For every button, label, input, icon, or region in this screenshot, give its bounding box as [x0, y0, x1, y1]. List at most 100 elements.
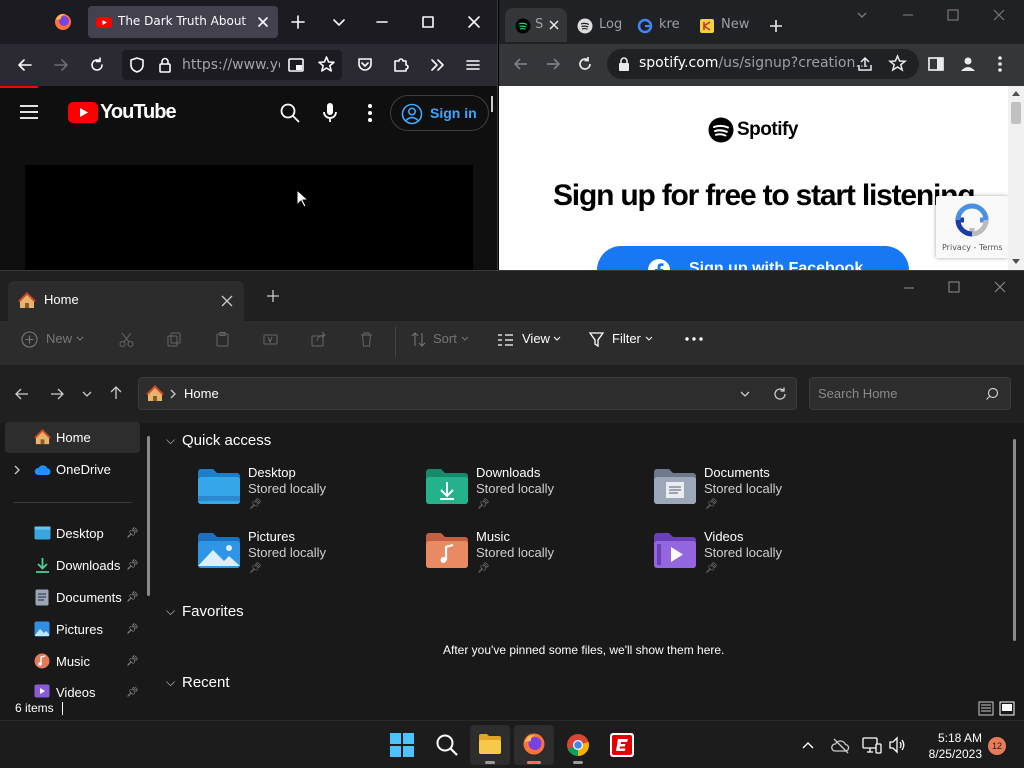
tiles-view-icon[interactable] — [999, 701, 1015, 716]
recaptcha-links[interactable]: Privacy - Terms — [942, 243, 1003, 252]
rename-icon[interactable] — [262, 331, 279, 348]
quick-access-name[interactable]: Videos — [704, 529, 744, 544]
back-icon[interactable] — [512, 55, 530, 73]
back-icon[interactable] — [16, 56, 34, 74]
nav-item-documents[interactable]: Documents — [56, 590, 122, 605]
onedrive-offline-icon[interactable] — [831, 736, 851, 754]
chrome-tab-login[interactable]: Log — [569, 8, 627, 42]
search-icon[interactable] — [985, 387, 999, 401]
extensions-icon[interactable] — [392, 55, 410, 73]
youtube-logo-icon[interactable] — [68, 102, 98, 123]
network-icon[interactable] — [862, 736, 882, 754]
reload-icon[interactable] — [88, 56, 106, 74]
nav-item-pictures[interactable]: Pictures — [56, 622, 103, 637]
close-tab-icon[interactable] — [548, 19, 560, 31]
forward-icon[interactable] — [49, 386, 65, 402]
cut-icon[interactable] — [118, 331, 135, 348]
quick-access-name[interactable]: Pictures — [248, 529, 295, 544]
expand-chevron-icon[interactable] — [12, 464, 22, 476]
copy-icon[interactable] — [166, 331, 183, 348]
collapse-chevron-icon[interactable]: ⌵ — [166, 675, 175, 690]
new-button[interactable]: New — [46, 331, 72, 346]
taskbar-firefox[interactable] — [514, 725, 554, 765]
search-icon[interactable] — [435, 733, 459, 757]
lock-icon[interactable] — [617, 56, 631, 72]
refresh-icon[interactable] — [772, 386, 788, 402]
bookmark-star-icon[interactable] — [888, 54, 907, 73]
forward-icon[interactable] — [52, 56, 70, 74]
scroll-down-icon[interactable] — [1011, 258, 1021, 266]
scroll-up-icon[interactable] — [1011, 89, 1021, 97]
minimize-icon[interactable] — [902, 281, 916, 295]
nav-item-onedrive[interactable]: OneDrive — [56, 462, 111, 477]
firefox-tab-youtube[interactable]: The Dark Truth About Rob — [88, 6, 278, 38]
firefox-url-bar[interactable]: https://www.you — [122, 50, 342, 80]
lock-icon[interactable] — [156, 56, 174, 74]
minimize-icon[interactable] — [901, 8, 915, 22]
address-breadcrumb[interactable]: Home — [184, 386, 219, 401]
chrome-omnibox[interactable]: spotify.com/us/signup?creation... — [607, 49, 919, 79]
delete-icon[interactable] — [358, 331, 375, 348]
profile-icon[interactable] — [958, 54, 978, 74]
up-icon[interactable] — [108, 385, 124, 401]
signup-facebook-button[interactable]: Sign up with Facebook — [597, 246, 909, 270]
new-tab-icon[interactable] — [266, 289, 280, 303]
section-quick-access[interactable]: Quick access — [182, 432, 271, 449]
recent-locations-icon[interactable] — [81, 389, 93, 399]
recaptcha-badge[interactable]: Privacy - Terms — [936, 196, 1008, 258]
collapse-chevron-icon[interactable]: ⌵ — [166, 433, 175, 448]
forward-icon[interactable] — [544, 55, 562, 73]
taskbar-explorer[interactable] — [470, 725, 510, 765]
paste-icon[interactable] — [214, 331, 231, 348]
bookmark-star-icon[interactable] — [317, 55, 336, 74]
hamburger-menu-icon[interactable] — [464, 56, 482, 74]
sign-in-button[interactable]: Sign in — [390, 95, 489, 131]
page-scrollbar-thumb[interactable] — [1011, 102, 1021, 124]
view-button[interactable]: View — [522, 331, 550, 346]
share-icon[interactable] — [856, 55, 874, 73]
quick-access-name[interactable]: Music — [476, 529, 510, 544]
more-vertical-icon[interactable] — [994, 55, 1006, 73]
close-window-icon[interactable] — [992, 8, 1006, 22]
close-window-icon[interactable] — [993, 280, 1007, 294]
side-panel-icon[interactable] — [927, 55, 945, 73]
overflow-chevron-icon[interactable] — [428, 56, 446, 74]
system-clock[interactable]: 5:18 AM 8/25/2023 — [912, 730, 982, 762]
taskbar-espn[interactable] — [602, 725, 642, 765]
content-scrollbar[interactable] — [1013, 439, 1016, 641]
close-window-icon[interactable] — [466, 14, 482, 30]
nav-scrollbar[interactable] — [147, 436, 150, 596]
youtube-logo-text[interactable]: YouTube — [100, 101, 177, 124]
maximize-icon[interactable] — [420, 14, 436, 30]
start-windows-icon[interactable] — [390, 733, 414, 757]
back-icon[interactable] — [14, 386, 30, 402]
maximize-icon[interactable] — [946, 8, 960, 22]
details-view-icon[interactable] — [978, 701, 994, 716]
quick-access-name[interactable]: Documents — [704, 465, 770, 480]
collapse-chevron-icon[interactable]: ⌵ — [166, 604, 175, 619]
notification-badge[interactable]: 12 — [988, 737, 1006, 755]
filter-button[interactable]: Filter — [612, 331, 641, 346]
address-dropdown-icon[interactable] — [739, 389, 751, 399]
microphone-icon[interactable] — [321, 101, 339, 125]
close-tab-icon[interactable] — [256, 15, 270, 29]
search-icon[interactable] — [279, 102, 301, 124]
explorer-tab-home[interactable]: Home — [8, 281, 244, 321]
new-tab-icon[interactable] — [768, 18, 784, 34]
nav-item-music[interactable]: Music — [56, 654, 90, 669]
nav-item-desktop[interactable]: Desktop — [56, 526, 104, 541]
search-box[interactable]: Search Home — [809, 377, 1011, 410]
section-recent[interactable]: Recent — [182, 674, 230, 691]
breadcrumb-chevron-icon[interactable] — [169, 389, 177, 399]
reload-icon[interactable] — [576, 55, 594, 73]
video-player[interactable] — [25, 165, 473, 270]
nav-item-downloads[interactable]: Downloads — [56, 558, 120, 573]
share-icon[interactable] — [310, 331, 327, 348]
new-tab-icon[interactable] — [290, 14, 306, 30]
quick-access-name[interactable]: Desktop — [248, 465, 296, 480]
more-options-icon[interactable] — [684, 335, 704, 343]
maximize-icon[interactable] — [947, 280, 961, 294]
pocket-icon[interactable] — [356, 56, 374, 74]
sort-button[interactable]: Sort — [433, 331, 457, 346]
picture-in-picture-icon[interactable] — [287, 56, 305, 74]
